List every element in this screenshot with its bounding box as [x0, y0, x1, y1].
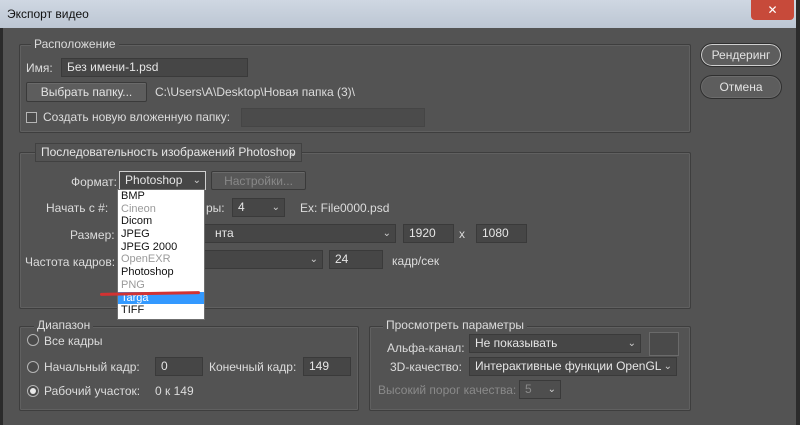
chevron-down-icon: ⌄ — [547, 384, 556, 395]
end-frame-label: Конечный кадр: — [209, 360, 297, 374]
height-input[interactable]: 1080 — [476, 224, 527, 243]
threshold-label: Высокий порог качества: — [378, 383, 517, 397]
fps-label: Частота кадров: — [25, 255, 116, 269]
start-label: Начать с #: — [46, 201, 109, 215]
export-type-select[interactable]: Последовательность изображений Photoshop… — [35, 143, 302, 162]
format-option-openexr: OpenEXR — [121, 253, 171, 266]
format-value: Photoshop — [125, 173, 183, 187]
chevron-down-icon: ⌄ — [663, 361, 672, 372]
format-dropdown-list: BMP Cineon Dicom JPEG JPEG 2000 OpenEXR Photos… — [117, 189, 205, 320]
location-legend: Расположение — [31, 37, 119, 51]
digits-label: ры: — [206, 201, 225, 215]
title-bar: Экспорт видео ✕ — [0, 0, 800, 28]
start-frame-label: Начальный кадр: — [44, 360, 140, 374]
format-option-photoshop[interactable]: Photoshop — [118, 266, 204, 279]
quality-label: 3D-качество: — [390, 360, 462, 374]
fps-input[interactable]: 24 — [329, 250, 383, 269]
size-value: нта — [215, 226, 234, 240]
chevron-down-icon: ⌄ — [271, 202, 280, 213]
format-option-dicom[interactable]: Dicom — [118, 215, 204, 228]
format-option-jpeg-2000[interactable]: JPEG 2000 — [118, 241, 204, 254]
create-subfolder-checkbox[interactable] — [26, 112, 37, 123]
subfolder-input[interactable] — [241, 108, 425, 127]
work-area-value: 0 к 149 — [155, 384, 194, 398]
size-separator: x — [459, 227, 465, 241]
format-select[interactable]: Photoshop ⌄ — [119, 171, 206, 190]
alpha-value: Не показывать — [475, 336, 558, 350]
end-frame-input[interactable]: 149 — [303, 357, 351, 376]
work-area-radio[interactable] — [27, 385, 39, 397]
start-frame-input[interactable]: 0 — [155, 357, 203, 376]
alpha-select[interactable]: Не показывать ⌄ — [469, 334, 641, 353]
quality-value: Интерактивные функции OpenGL — [475, 359, 662, 373]
all-frames-radio[interactable] — [27, 334, 39, 346]
chevron-down-icon: ⌄ — [288, 147, 297, 158]
filename-example: Ex: File0000.psd — [300, 201, 390, 215]
digits-value: 4 — [238, 200, 245, 214]
fps-select[interactable]: ⌄ — [203, 250, 323, 269]
range-legend: Диапазон — [34, 318, 94, 332]
chevron-down-icon: ⌄ — [382, 228, 391, 239]
format-option-jpeg[interactable]: JPEG — [118, 228, 204, 241]
chevron-down-icon: ⌄ — [627, 338, 636, 349]
format-option-tiff[interactable]: TIFF — [118, 304, 204, 317]
alpha-swatch[interactable] — [649, 332, 679, 356]
width-input[interactable]: 1920 — [403, 224, 454, 243]
name-label: Имя: — [26, 61, 53, 75]
start-frame-radio[interactable] — [27, 361, 39, 373]
folder-path: C:\Users\A\Desktop\Новая папка (3)\ — [155, 85, 355, 99]
threshold-value: 5 — [525, 382, 532, 396]
window-title: Экспорт видео — [7, 7, 89, 21]
size-label: Размер: — [70, 228, 115, 242]
threshold-select[interactable]: 5 ⌄ — [519, 380, 561, 399]
window-edge — [796, 0, 800, 425]
format-option-png: PNG — [121, 278, 145, 291]
render-button[interactable]: Рендеринг — [700, 43, 782, 67]
format-option-cineon: Cineon — [121, 202, 156, 215]
close-button[interactable]: ✕ — [751, 0, 794, 20]
format-option-bmp[interactable]: BMP — [118, 190, 204, 203]
format-label: Формат: — [71, 175, 117, 189]
quality-select[interactable]: Интерактивные функции OpenGL ⌄ — [469, 357, 677, 376]
export-type-value: Последовательность изображений Photoshop — [41, 145, 296, 159]
settings-button[interactable]: Настройки... — [211, 171, 306, 190]
cancel-button[interactable]: Отмена — [700, 75, 782, 99]
chevron-down-icon: ⌄ — [309, 254, 318, 265]
work-area-label: Рабочий участок: — [44, 384, 141, 398]
preview-legend: Просмотреть параметры — [383, 318, 527, 332]
choose-folder-button[interactable]: Выбрать папку... — [26, 82, 147, 102]
size-select[interactable]: нта ⌄ — [203, 224, 396, 243]
chevron-down-icon: ⌄ — [192, 175, 201, 186]
create-subfolder-label: Создать новую вложенную папку: — [43, 110, 231, 124]
all-frames-label: Все кадры — [44, 334, 103, 348]
name-input[interactable]: Без имени-1.psd — [61, 58, 248, 77]
digits-select[interactable]: 4 ⌄ — [232, 198, 285, 217]
alpha-label: Альфа-канал: — [387, 341, 465, 355]
fps-unit: кадр/сек — [392, 254, 440, 268]
